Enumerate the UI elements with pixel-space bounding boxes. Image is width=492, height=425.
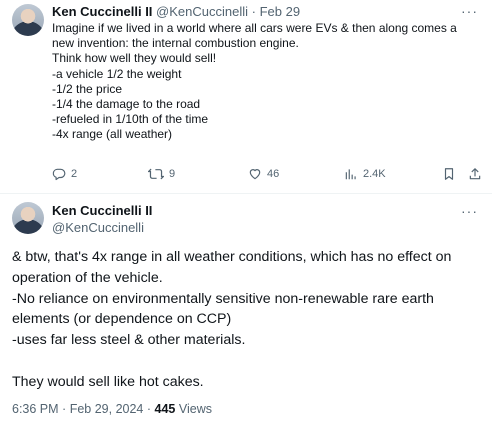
share-icon xyxy=(468,167,482,181)
views-icon xyxy=(344,167,358,181)
tweet-date[interactable]: Feb 29 xyxy=(260,4,300,19)
views-count: 2.4K xyxy=(363,168,386,180)
reply-icon xyxy=(52,167,66,181)
author-avatar[interactable] xyxy=(12,202,44,234)
views-button[interactable]: 2.4K xyxy=(344,167,386,181)
more-options-button[interactable]: ··· xyxy=(461,204,478,218)
views-count: 445 xyxy=(154,402,176,416)
tweet-text: Imagine if we lived in a world where all… xyxy=(52,21,457,142)
author-handle[interactable]: @KenCuccinelli xyxy=(156,4,248,19)
meta-separator: · xyxy=(146,402,152,416)
meta-separator: · xyxy=(62,402,67,416)
header-separator: · xyxy=(251,4,256,19)
repost-count: 9 xyxy=(169,168,176,180)
share-button[interactable] xyxy=(468,167,482,181)
tweet-divider xyxy=(0,193,492,194)
like-count: 46 xyxy=(267,168,280,180)
tweet-text: & btw, that's 4x range in all weather co… xyxy=(12,249,452,390)
tweet-meta: 6:36 PM · Feb 29, 2024 · 445 Views xyxy=(12,401,212,417)
author-name[interactable]: Ken Cuccinelli II xyxy=(52,203,152,219)
tweet-time[interactable]: 6:36 PM xyxy=(12,402,59,416)
tweet-date[interactable]: Feb 29, 2024 xyxy=(70,402,144,416)
reply-count: 2 xyxy=(71,168,78,180)
author-avatar[interactable] xyxy=(12,4,44,36)
views-label: Views xyxy=(178,402,212,416)
bookmark-icon xyxy=(442,167,456,181)
like-icon xyxy=(248,167,262,181)
repost-icon xyxy=(148,167,164,181)
like-button[interactable]: 46 xyxy=(248,167,279,181)
author-name[interactable]: Ken Cuccinelli II xyxy=(52,4,152,19)
reply-button[interactable]: 2 xyxy=(52,167,77,181)
tweet-actions: 2 9 46 2.4K xyxy=(52,167,484,183)
more-options-button[interactable]: ··· xyxy=(461,4,478,18)
author-handle[interactable]: @KenCuccinelli xyxy=(52,220,144,236)
tweet-header: Ken Cuccinelli II @KenCuccinelli · Feb 2… xyxy=(52,4,300,20)
repost-button[interactable]: 9 xyxy=(148,167,175,181)
bookmark-button[interactable] xyxy=(442,167,456,181)
